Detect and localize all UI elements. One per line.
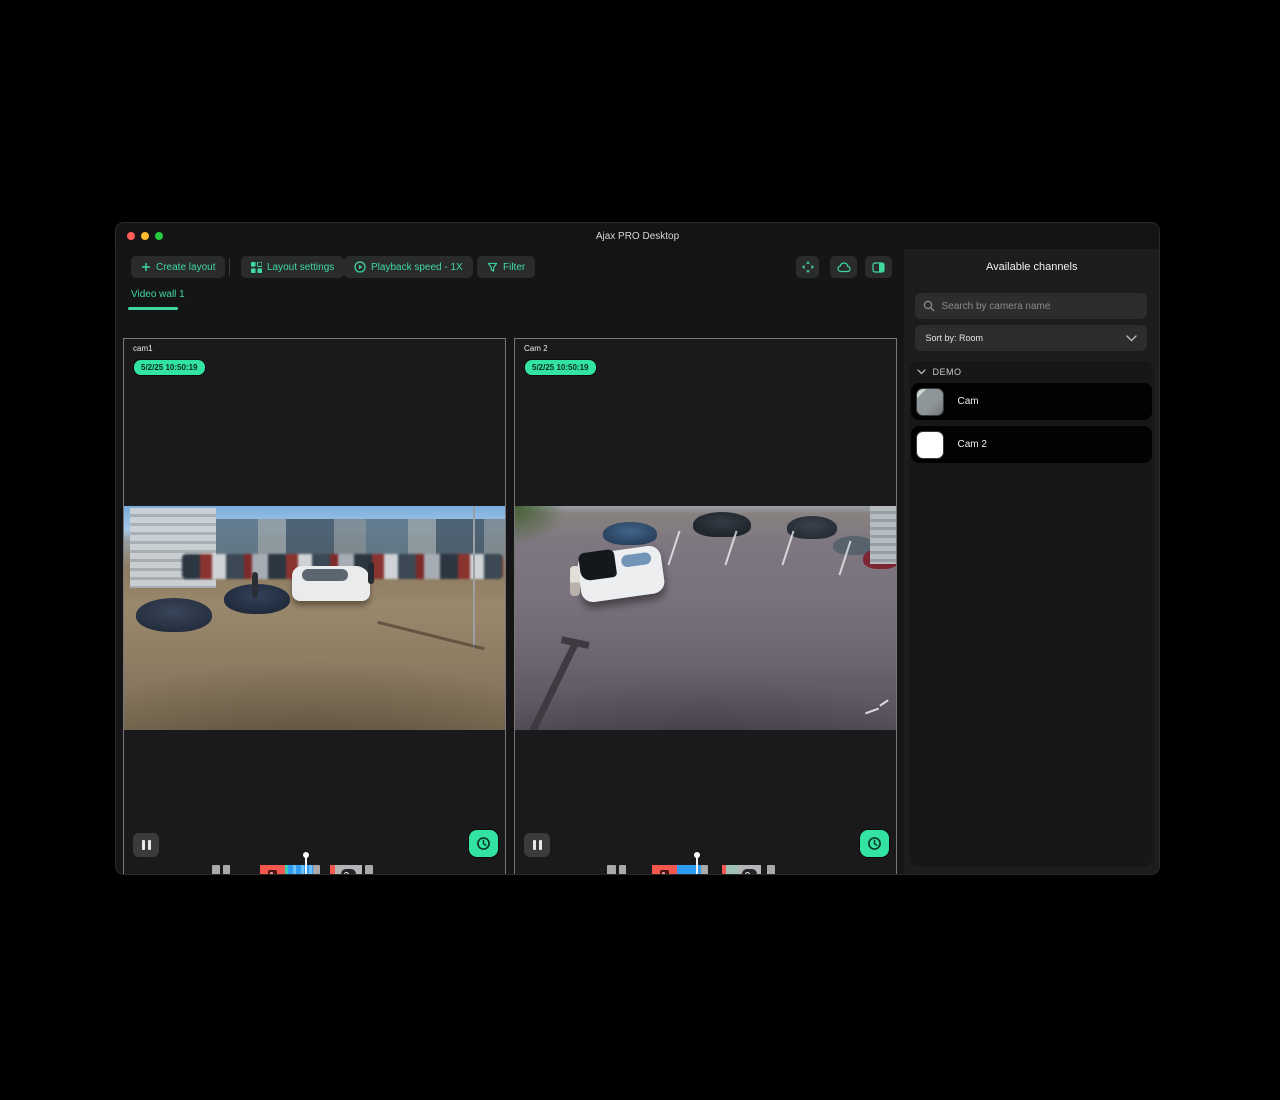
white-car-open-trunk [576, 544, 666, 603]
person [368, 562, 374, 584]
light-pole [473, 506, 475, 648]
parking-line [667, 531, 680, 566]
white-car [292, 566, 370, 601]
close-window-button[interactable] [127, 232, 135, 240]
camera-name: cam1 [133, 344, 153, 353]
tab-video-wall-1[interactable]: Video wall 1 [131, 289, 185, 300]
available-channels-panel: Available channels Sort by: Room DEMO Ca… [904, 249, 1159, 874]
building [870, 506, 896, 564]
toolbar: Create layout Layout settings Playback s… [116, 249, 904, 285]
camera-event-icon [341, 869, 356, 875]
parked-car [693, 512, 751, 537]
plus-icon [141, 262, 151, 272]
camera-name: Cam 2 [524, 344, 548, 353]
filter-button[interactable]: Filter [477, 256, 535, 278]
sort-by-dropdown[interactable]: Sort by: Room [915, 325, 1147, 351]
camera-event-icon [742, 869, 757, 875]
channel-item-cam[interactable]: Cam [911, 383, 1152, 420]
filter-funnel-icon [487, 262, 498, 273]
pole-shadow [518, 641, 579, 730]
road-mark [865, 708, 879, 715]
cloud-button[interactable] [830, 256, 857, 278]
skyline [216, 519, 505, 557]
zoom-window-button[interactable] [155, 232, 163, 240]
camera-cell-2[interactable]: Cam 2 5/2/25 10:50:19 [514, 338, 897, 875]
go-to-time-button[interactable] [468, 829, 499, 858]
playback-timestamp-badge: 5/2/25 10:50:19 [524, 359, 597, 376]
pause-button[interactable] [133, 833, 159, 857]
search-input[interactable] [941, 301, 1139, 312]
window-title: Ajax PRO Desktop [596, 231, 679, 242]
pause-button[interactable] [524, 833, 550, 857]
playback-speed-label: Playback speed - 1X [371, 262, 463, 273]
parked-car [603, 522, 657, 545]
layout-grid-icon [251, 262, 262, 273]
playback-timestamp-badge: 5/2/25 10:50:19 [133, 359, 206, 376]
camera-thumbnail [916, 388, 944, 416]
camera-cell-1[interactable]: cam1 5/2/25 10:50:19 [123, 338, 506, 875]
recording-timeline[interactable] [124, 865, 505, 875]
parked-car [136, 598, 212, 632]
sidebar-title: Available channels [904, 261, 1159, 273]
channel-label: Cam 2 [957, 439, 986, 450]
channel-list: DEMO Cam Cam 2 [909, 361, 1154, 867]
camera-thumbnail [916, 431, 944, 459]
sort-by-label: Sort by: Room [925, 333, 983, 343]
panel-toggle-button[interactable] [865, 256, 892, 278]
play-circle-icon [354, 261, 366, 273]
video-wall-area: Create layout Layout settings Playback s… [116, 249, 904, 874]
camera-video-feed [515, 506, 896, 730]
recording-timeline[interactable] [515, 865, 896, 875]
traffic-lights [127, 232, 163, 240]
person [252, 572, 258, 598]
expand-arrows-icon [802, 261, 814, 273]
titlebar: Ajax PRO Desktop [116, 223, 1159, 249]
panel-toggle-icon [872, 262, 885, 273]
channel-item-cam-2[interactable]: Cam 2 [911, 426, 1152, 463]
group-header-demo[interactable]: DEMO [917, 367, 961, 377]
clock-icon [476, 836, 491, 851]
cloud-icon [837, 262, 851, 273]
motion-event-icon [660, 870, 669, 875]
camera-video-feed [124, 506, 505, 730]
road-mark [879, 699, 888, 706]
playback-speed-button[interactable]: Playback speed - 1X [344, 256, 473, 278]
create-layout-label: Create layout [156, 262, 215, 273]
camera-search-box[interactable] [915, 293, 1147, 319]
create-layout-button[interactable]: Create layout [131, 256, 225, 278]
group-label: DEMO [932, 367, 961, 377]
layout-settings-label: Layout settings [267, 262, 334, 273]
layout-settings-button[interactable]: Layout settings [241, 256, 344, 278]
go-to-time-button[interactable] [859, 829, 890, 858]
tab-bar: Video wall 1 [116, 285, 904, 312]
playhead[interactable] [305, 856, 307, 875]
toolbar-separator [229, 258, 230, 276]
parking-line [781, 531, 794, 566]
motion-event-icon [268, 870, 277, 875]
channel-label: Cam [957, 396, 978, 407]
chevron-down-icon [917, 369, 926, 375]
person [570, 566, 580, 596]
app-window: Ajax PRO Desktop Create layout Layout se… [115, 222, 1160, 875]
pole-shadow [377, 621, 484, 651]
playhead[interactable] [696, 856, 698, 875]
active-tab-indicator [128, 307, 178, 310]
filter-label: Filter [503, 262, 525, 273]
minimize-window-button[interactable] [141, 232, 149, 240]
chevron-down-icon [1126, 335, 1137, 342]
expand-fullscreen-button[interactable] [796, 256, 819, 278]
parked-car [787, 516, 837, 539]
clock-icon [867, 836, 882, 851]
search-icon [923, 300, 935, 312]
